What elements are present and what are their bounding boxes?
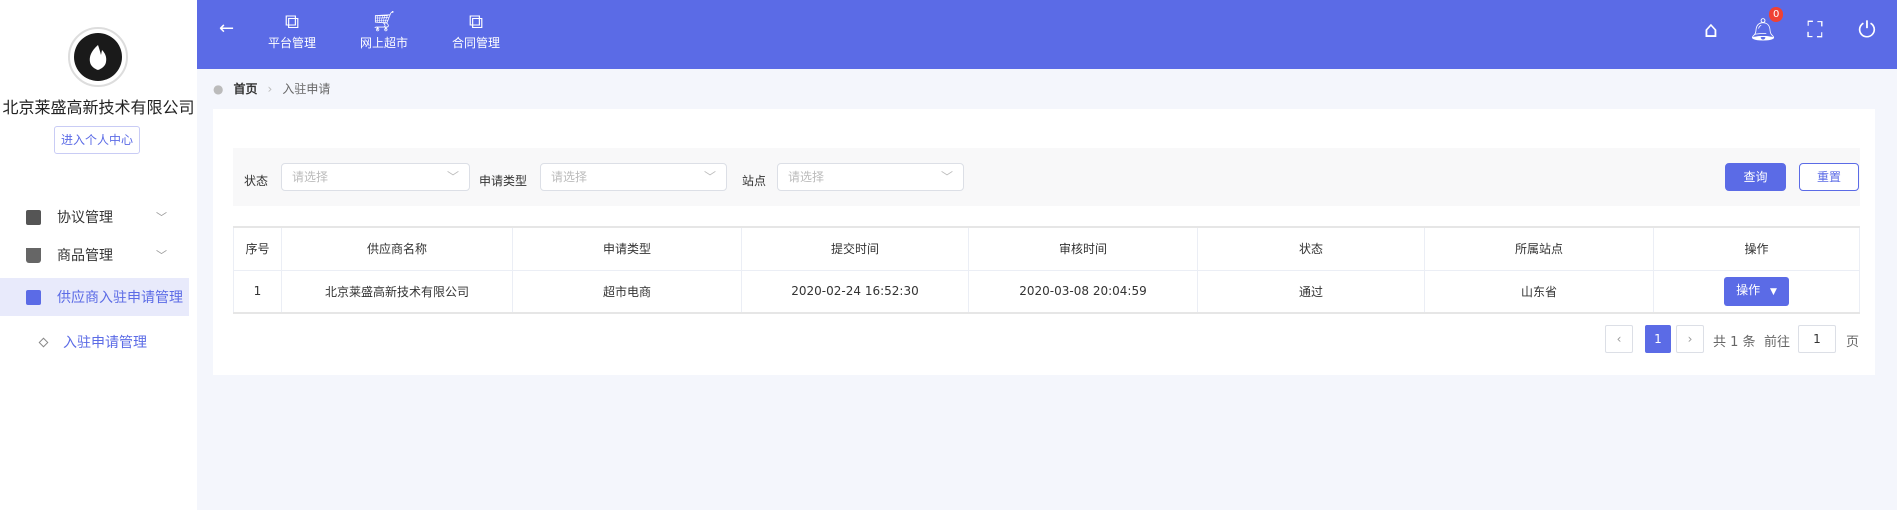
nav-contract-management[interactable]: ⧉ 合同管理 (436, 8, 516, 51)
org-chart-icon: ⧉ (468, 9, 484, 33)
cell-supplier: 北京莱盛高新技术有限公司 (281, 269, 513, 314)
breadcrumb-home[interactable]: 首页 (233, 80, 257, 97)
sidebar-item-label: 供应商入驻申请管理 (57, 290, 183, 306)
cart-icon (26, 247, 41, 263)
sidebar-item-label: 商品管理 (57, 248, 113, 264)
next-page-button[interactable]: › (1676, 325, 1704, 353)
status-label: 状态 (244, 174, 269, 188)
sidebar-subitem-label: 入驻申请管理 (63, 335, 147, 351)
org-chart-icon: ⧉ (284, 9, 300, 33)
diamond-icon (38, 337, 49, 347)
operate-dropdown-button[interactable]: 操作 ▼ (1724, 276, 1789, 306)
nav-label: 网上超市 (359, 36, 408, 50)
cell-type: 超市电商 (512, 269, 742, 314)
column-header: 所属站点 (1424, 226, 1654, 271)
type-label: 申请类型 (479, 174, 528, 188)
nav-platform-management[interactable]: ⧉ 平台管理 (252, 8, 332, 51)
home-icon[interactable]: ⌂ (1696, 18, 1726, 43)
chevron-down-icon: ﹀ (446, 170, 459, 184)
site-select[interactable]: 请选择 ﹀ (777, 163, 964, 191)
breadcrumb: ● 首页 › 入驻申请 (213, 80, 330, 97)
page-1-button[interactable]: 1 (1645, 325, 1671, 353)
column-header: 序号 (233, 226, 282, 271)
column-header: 申请类型 (512, 226, 742, 271)
fullscreen-icon[interactable]: ⛶ (1800, 18, 1830, 43)
cell-site: 山东省 (1424, 269, 1654, 314)
document-icon (26, 209, 41, 225)
caret-down-icon: ▼ (1769, 286, 1777, 297)
cart-icon: 🛒︎ (371, 9, 397, 33)
sidebar-subitem-application[interactable]: 入驻申请管理 (38, 332, 147, 352)
goto-page-input[interactable]: 1 (1798, 325, 1836, 353)
column-header: 供应商名称 (281, 226, 513, 271)
chevron-down-icon: ﹀ (156, 249, 167, 262)
reset-button[interactable]: 重置 (1799, 163, 1859, 191)
column-header: 状态 (1197, 226, 1425, 271)
personal-center-button[interactable]: 进入个人中心 (54, 126, 140, 154)
chevron-right-icon: › (267, 81, 273, 96)
site-label: 站点 (742, 174, 767, 188)
cell-review-time: 2020-03-08 20:04:59 (968, 269, 1198, 314)
nav-label: 平台管理 (267, 36, 316, 50)
chevron-down-icon: ﹀ (703, 170, 716, 184)
cell-actions: 操作 ▼ (1653, 269, 1860, 314)
company-name: 北京莱盛高新技术有限公司 (2, 98, 195, 117)
table-header-row: 序号 供应商名称 申请类型 提交时间 审核时间 状态 所属站点 操作 (233, 226, 1860, 271)
back-arrow-icon[interactable]: ← (219, 18, 234, 39)
column-header: 操作 (1653, 226, 1860, 271)
sidebar-item-goods[interactable]: 商品管理 ﹀ (0, 236, 189, 274)
sidebar-item-label: 协议管理 (57, 210, 113, 226)
nav-online-market[interactable]: 🛒︎ 网上超市 (344, 8, 424, 51)
location-icon: ● (213, 81, 224, 96)
sidebar-item-supplier-application[interactable]: 供应商入驻申请管理 (0, 278, 189, 316)
placeholder: 请选择 (292, 170, 329, 184)
prev-page-button[interactable]: ‹ (1605, 325, 1633, 353)
top-header: ← ⧉ 平台管理 🛒︎ 网上超市 ⧉ 合同管理 ⌂ 🔔︎ 0 ⛶ ⏻ (197, 0, 1897, 69)
placeholder: 请选择 (788, 170, 825, 184)
cell-index: 1 (233, 269, 282, 314)
breadcrumb-current: 入驻申请 (282, 82, 331, 96)
page-suffix: 页 (1846, 335, 1860, 350)
company-logo (68, 27, 128, 87)
filter-bar (233, 148, 1860, 206)
placeholder: 请选择 (551, 170, 588, 184)
cell-submit-time: 2020-02-24 16:52:30 (741, 269, 969, 314)
power-icon[interactable]: ⏻ (1852, 18, 1882, 43)
document-icon (26, 289, 41, 305)
column-header: 提交时间 (741, 226, 969, 271)
total-count: 共 1 条 (1713, 335, 1756, 350)
notification-badge: 0 (1769, 7, 1784, 22)
cell-status: 通过 (1197, 269, 1425, 314)
goto-label: 前往 (1764, 335, 1791, 350)
chevron-down-icon: ﹀ (156, 211, 167, 224)
sidebar: 北京莱盛高新技术有限公司 进入个人中心 协议管理 ﹀ 商品管理 ﹀ 供应商入驻申请管… (0, 0, 197, 510)
nav-label: 合同管理 (451, 36, 500, 50)
chevron-down-icon: ﹀ (940, 170, 953, 184)
column-header: 审核时间 (968, 226, 1198, 271)
type-select[interactable]: 请选择 ﹀ (540, 163, 727, 191)
status-select[interactable]: 请选择 ﹀ (281, 163, 470, 191)
table-row: 1 北京莱盛高新技术有限公司 超市电商 2020-02-24 16:52:30 2020… (233, 269, 1860, 314)
query-button[interactable]: 查询 (1725, 163, 1786, 191)
operate-label: 操作 (1736, 282, 1761, 297)
sidebar-item-agreement[interactable]: 协议管理 ﹀ (0, 198, 189, 236)
application-table: 序号 供应商名称 申请类型 提交时间 审核时间 状态 所属站点 操作 1 北京莱盛高新技术有限公… (233, 226, 1860, 314)
